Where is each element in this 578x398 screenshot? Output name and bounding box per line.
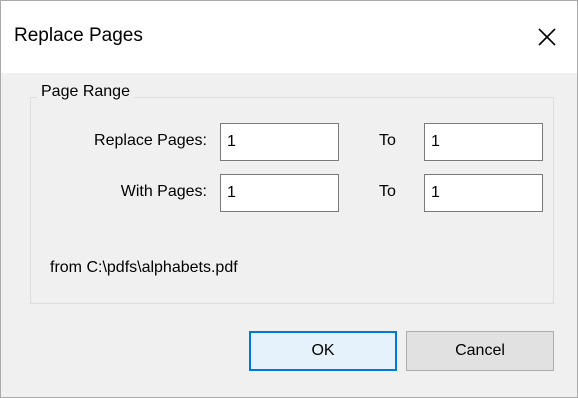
title-bar: Replace Pages — [1, 1, 577, 73]
replace-pages-label: Replace Pages: — [94, 132, 207, 149]
page-range-legend: Page Range — [37, 83, 134, 101]
with-from-input[interactable] — [220, 174, 339, 212]
with-pages-label: With Pages: — [120, 183, 207, 200]
replace-to-input[interactable] — [424, 123, 543, 161]
replace-pages-dialog: Replace Pages Page Range Replace Pages: … — [0, 0, 578, 398]
cancel-button[interactable]: Cancel — [406, 331, 554, 371]
with-to-input[interactable] — [424, 174, 543, 212]
replace-to-label: To — [379, 132, 396, 149]
with-to-label: To — [379, 183, 396, 200]
replace-from-input[interactable] — [220, 123, 339, 161]
close-icon — [538, 28, 556, 46]
ok-button[interactable]: OK — [249, 331, 397, 371]
close-button[interactable] — [517, 12, 577, 62]
dialog-title: Replace Pages — [14, 25, 143, 46]
source-file-text: from C:\pdfs\alphabets.pdf — [50, 259, 238, 276]
